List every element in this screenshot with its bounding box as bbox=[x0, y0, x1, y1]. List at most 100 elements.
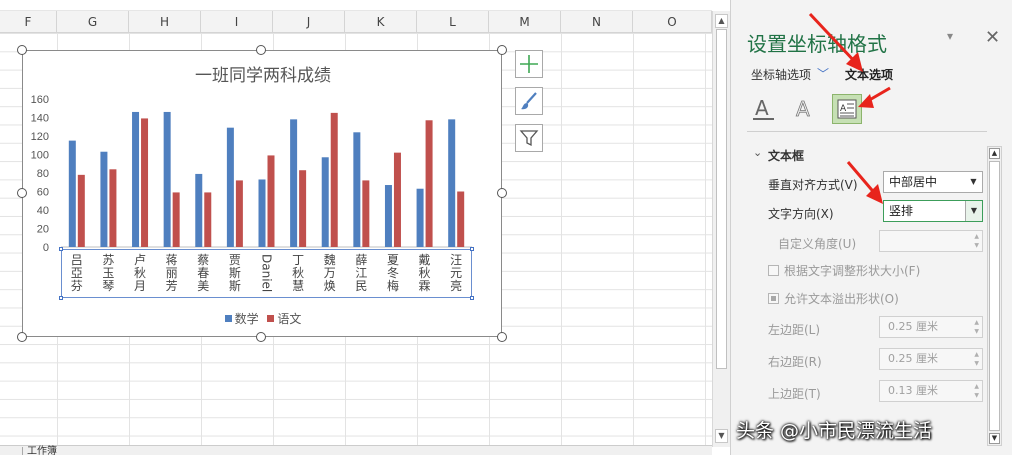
bar-math[interactable] bbox=[163, 111, 171, 247]
pane-scroll-thumb[interactable] bbox=[989, 161, 1000, 431]
resize-handle-t[interactable] bbox=[256, 45, 266, 55]
divider bbox=[747, 131, 987, 132]
sheet-tab[interactable]: 工作簿 bbox=[22, 447, 57, 455]
col-header-h[interactable]: H bbox=[129, 11, 201, 33]
category-label: 贾斯斯 bbox=[228, 253, 241, 293]
col-header-g[interactable]: G bbox=[57, 11, 129, 33]
y-tick-label: 160 bbox=[31, 94, 49, 106]
bar-chinese[interactable] bbox=[141, 118, 149, 247]
bar-chinese[interactable] bbox=[393, 152, 401, 247]
scroll-down-icon[interactable]: ▼ bbox=[715, 429, 728, 443]
scroll-up-icon[interactable]: ▲ bbox=[989, 148, 1000, 159]
tab-axis-options[interactable]: 坐标轴选项 bbox=[751, 66, 811, 83]
chart-legend[interactable]: 数学 语文 bbox=[23, 310, 503, 327]
axis-handle[interactable] bbox=[470, 296, 474, 300]
textbox-tab[interactable]: A bbox=[832, 94, 862, 124]
col-header-f[interactable]: F bbox=[0, 11, 57, 33]
vertical-scrollbar[interactable]: ▲ ▼ bbox=[712, 11, 730, 447]
category-label: 魏万焕 bbox=[323, 253, 336, 293]
text-effects-tab[interactable]: A bbox=[789, 94, 819, 124]
axis-handle[interactable] bbox=[470, 247, 474, 251]
pane-scrollbar[interactable]: ▲ ▼ bbox=[987, 146, 1002, 446]
y-tick-label: 120 bbox=[31, 131, 49, 143]
left-margin-input[interactable]: 0.25 厘米 ▲ ▼ bbox=[879, 316, 983, 338]
bar-math[interactable] bbox=[448, 119, 456, 247]
resize-shape-checkbox[interactable]: 根据文字调整形状大小(F) bbox=[768, 262, 920, 279]
bar-math[interactable] bbox=[132, 111, 140, 247]
section-textbox[interactable]: 文本框 bbox=[768, 147, 804, 164]
col-header-i[interactable]: I bbox=[201, 11, 273, 33]
chart-object[interactable]: 一班同学两科成绩 160 140 120 100 80 60 40 20 0 吕亞芬 苏玉琴 卢秋月… bbox=[17, 45, 507, 342]
bar-chinese[interactable] bbox=[299, 170, 307, 247]
close-icon[interactable]: ✕ bbox=[985, 27, 1000, 48]
spreadsheet-area[interactable]: F G H I J K L M N O 一班同学两科成绩 160 140 120 10… bbox=[0, 0, 712, 455]
bar-chinese[interactable] bbox=[425, 120, 433, 247]
bar-chinese[interactable] bbox=[457, 191, 465, 248]
resize-handle-r[interactable] bbox=[497, 188, 507, 198]
section-collapse-icon[interactable]: ⌄ bbox=[753, 146, 762, 159]
bar-math[interactable] bbox=[100, 151, 108, 247]
checkbox-icon bbox=[768, 265, 779, 276]
chart-styles-button[interactable] bbox=[515, 87, 543, 115]
tab-text-options[interactable]: 文本选项 bbox=[845, 66, 893, 83]
top-margin-input[interactable]: 0.13 厘米 ▲ ▼ bbox=[879, 380, 983, 402]
resize-handle-b[interactable] bbox=[256, 332, 266, 342]
text-direction-value: 竖排 bbox=[889, 204, 914, 218]
resize-handle-bl[interactable] bbox=[17, 332, 27, 342]
chart-elements-button[interactable] bbox=[515, 50, 543, 78]
bar-chinese[interactable] bbox=[235, 180, 243, 247]
bar-math[interactable] bbox=[195, 173, 203, 247]
bar-math[interactable] bbox=[258, 179, 266, 247]
col-header-n[interactable]: N bbox=[561, 11, 633, 33]
text-fill-outline-tab[interactable]: A bbox=[749, 94, 779, 124]
right-margin-input[interactable]: 0.25 厘米 ▲ ▼ bbox=[879, 348, 983, 370]
bar-chinese[interactable] bbox=[362, 180, 370, 247]
resize-handle-tl[interactable] bbox=[17, 45, 27, 55]
text-direction-select[interactable]: 竖排 ▼ bbox=[883, 200, 983, 222]
left-margin-value: 0.25 厘米 bbox=[888, 320, 938, 333]
bar-math[interactable] bbox=[353, 132, 361, 247]
resize-handle-l[interactable] bbox=[17, 188, 27, 198]
bar-chinese[interactable] bbox=[267, 155, 275, 247]
scroll-down-icon[interactable]: ▼ bbox=[989, 433, 1000, 444]
right-margin-value: 0.25 厘米 bbox=[888, 352, 938, 365]
svg-text:A: A bbox=[755, 96, 769, 120]
col-header-l[interactable]: L bbox=[417, 11, 489, 33]
bar-chinese[interactable] bbox=[109, 169, 117, 247]
col-header-j[interactable]: J bbox=[273, 11, 345, 33]
top-margin-label: 上边距(T) bbox=[768, 387, 821, 401]
scroll-thumb[interactable] bbox=[716, 29, 727, 369]
svg-text:A: A bbox=[796, 97, 810, 121]
spinner-icon: ▲ ▼ bbox=[974, 233, 979, 249]
resize-handle-br[interactable] bbox=[497, 332, 507, 342]
sheet-tab-bar: 工作簿 bbox=[0, 445, 712, 455]
bar-math[interactable] bbox=[321, 157, 329, 247]
bar-math[interactable] bbox=[290, 119, 298, 247]
chart-filters-button[interactable] bbox=[515, 124, 543, 152]
col-header-k[interactable]: K bbox=[345, 11, 417, 33]
bar-chinese[interactable] bbox=[172, 192, 180, 247]
resize-shape-label: 根据文字调整形状大小(F) bbox=[784, 264, 921, 278]
axis-handle[interactable] bbox=[59, 247, 63, 251]
scroll-up-icon[interactable]: ▲ bbox=[715, 14, 728, 28]
bar-math[interactable] bbox=[226, 127, 234, 247]
axis-handle[interactable] bbox=[59, 296, 63, 300]
bar-math[interactable] bbox=[384, 185, 392, 247]
bar-math[interactable] bbox=[416, 188, 424, 247]
bar-chinese[interactable] bbox=[77, 174, 85, 247]
resize-handle-tr[interactable] bbox=[497, 45, 507, 55]
custom-angle-input[interactable]: ▲ ▼ bbox=[879, 230, 983, 252]
spinner-icon: ▲ ▼ bbox=[974, 351, 979, 367]
column-header: F G H I J K L M N O bbox=[0, 11, 712, 33]
pane-options-icon[interactable]: ▾ bbox=[947, 29, 953, 43]
col-header-o[interactable]: O bbox=[633, 11, 712, 33]
category-label: 蒋丽芳 bbox=[165, 253, 178, 293]
overflow-checkbox[interactable]: 允许文本溢出形状(O) bbox=[768, 290, 899, 307]
textbox-icon: A bbox=[837, 99, 857, 119]
bar-chinese[interactable] bbox=[204, 192, 212, 247]
vertical-align-select[interactable]: 中部居中 ▼ bbox=[883, 171, 983, 193]
bar-chinese[interactable] bbox=[330, 112, 338, 247]
col-header-m[interactable]: M bbox=[489, 11, 561, 33]
chevron-down-icon[interactable]: ﹀ bbox=[817, 65, 829, 82]
bar-math[interactable] bbox=[68, 140, 76, 247]
